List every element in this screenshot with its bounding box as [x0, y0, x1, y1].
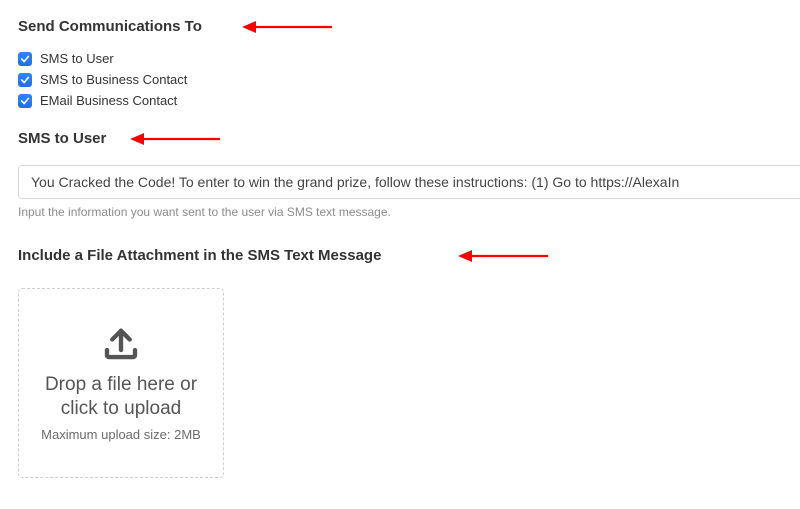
attachment-section: Include a File Attachment in the SMS Tex…	[18, 247, 800, 478]
page-root: Send Communications To SMS to User SMS t…	[0, 0, 800, 509]
checkbox-icon	[18, 73, 32, 87]
checkbox-label: EMail Business Contact	[40, 93, 177, 108]
upload-text: Drop a file here or click to upload	[29, 373, 213, 421]
checkbox-icon	[18, 94, 32, 108]
annotation-arrow-icon	[458, 248, 548, 264]
send-communications-options: SMS to User SMS to Business Contact EMai…	[18, 51, 800, 108]
upload-icon	[100, 322, 142, 369]
send-communications-section: Send Communications To SMS to User SMS t…	[18, 18, 800, 108]
attachment-title: Include a File Attachment in the SMS Tex…	[18, 247, 381, 264]
checkbox-row-sms-user[interactable]: SMS to User	[18, 51, 800, 66]
checkbox-icon	[18, 52, 32, 66]
sms-to-user-title: SMS to User	[18, 130, 106, 147]
checkbox-label: SMS to User	[40, 51, 114, 66]
upload-subtext: Maximum upload size: 2MB	[41, 427, 201, 444]
send-communications-title: Send Communications To	[18, 18, 202, 35]
checkbox-label: SMS to Business Contact	[40, 72, 187, 87]
sms-message-input[interactable]	[18, 165, 800, 199]
sms-message-helper: Input the information you want sent to t…	[18, 205, 800, 219]
sms-to-user-section: SMS to User Input the information you wa…	[18, 130, 800, 219]
checkbox-row-email-business[interactable]: EMail Business Contact	[18, 93, 800, 108]
annotation-arrow-icon	[242, 19, 332, 35]
file-upload-dropzone[interactable]: Drop a file here or click to upload Maxi…	[18, 288, 224, 478]
checkbox-row-sms-business[interactable]: SMS to Business Contact	[18, 72, 800, 87]
annotation-arrow-icon	[130, 131, 220, 147]
